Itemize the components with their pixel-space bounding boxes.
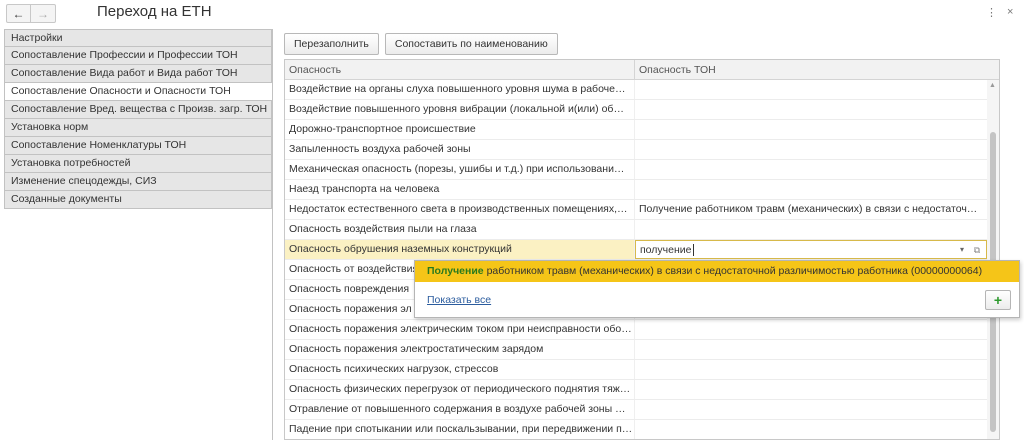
hazard-cell: Опасность психических нагрузок, стрессов bbox=[285, 360, 635, 379]
show-all-link[interactable]: Показать все bbox=[427, 294, 491, 306]
hazard-ton-cell[interactable] bbox=[635, 120, 987, 139]
hazard-ton-cell[interactable] bbox=[635, 360, 987, 379]
hazard-ton-cell[interactable] bbox=[635, 420, 987, 439]
panel-divider bbox=[272, 29, 273, 440]
hazard-ton-input[interactable]: получение ▾ ⧉ bbox=[635, 240, 987, 259]
sidebar-item-created-documents[interactable]: Созданные документы bbox=[4, 191, 272, 209]
hazard-cell: Опасность физических перегрузок от перио… bbox=[285, 380, 635, 399]
table-row[interactable]: Недостаток естественного света в произво… bbox=[285, 200, 999, 220]
hazard-ton-cell[interactable] bbox=[635, 380, 987, 399]
hazard-cell: Опасность обрушения наземных конструкций bbox=[285, 240, 635, 259]
dropdown-arrow-icon[interactable]: ▾ bbox=[956, 243, 968, 257]
table-row[interactable]: Отравление от повышенного содержания в в… bbox=[285, 400, 999, 420]
table-row[interactable]: Опасность воздействия пыли на глаза bbox=[285, 220, 999, 240]
suggestion-rest-text: работником травм (механических) в связи … bbox=[483, 265, 983, 277]
autocomplete-suggestion[interactable]: Получение работником травм (механических… bbox=[415, 261, 1019, 282]
main-panel: Перезаполнить Сопоставить по наименовани… bbox=[272, 29, 1010, 440]
table-header: Опасность Опасность ТОН bbox=[285, 60, 999, 80]
back-arrow-icon[interactable]: ← bbox=[7, 5, 32, 22]
table-row[interactable]: Падение при спотыкании или поскальзывани… bbox=[285, 420, 999, 439]
sidebar-item-settings[interactable]: Настройки bbox=[4, 29, 272, 47]
autocomplete-popup: Получение работником травм (механических… bbox=[414, 260, 1020, 318]
hazard-cell: Механическая опасность (порезы, ушибы и … bbox=[285, 160, 635, 179]
scroll-up-icon[interactable]: ▲ bbox=[989, 82, 996, 89]
match-by-name-button[interactable]: Сопоставить по наименованию bbox=[384, 33, 558, 55]
hazard-cell: Недостаток естественного света в произво… bbox=[285, 200, 635, 219]
hazard-ton-cell[interactable] bbox=[635, 400, 987, 419]
hazard-cell: Воздействие на органы слуха повышенного … bbox=[285, 80, 635, 99]
hazard-ton-cell[interactable] bbox=[635, 100, 987, 119]
sidebar-item-needs-setup[interactable]: Установка потребностей bbox=[4, 155, 272, 173]
sidebar-item-harmful-substance-mapping[interactable]: Сопоставление Вред. вещества с Произв. з… bbox=[4, 101, 272, 119]
sidebar-item-norms-setup[interactable]: Установка норм bbox=[4, 119, 272, 137]
hazard-ton-cell[interactable] bbox=[635, 320, 987, 339]
open-form-icon[interactable]: ⧉ bbox=[971, 243, 983, 257]
hazard-cell: Воздействие повышенного уровня вибрации … bbox=[285, 100, 635, 119]
hazard-cell: Запыленность воздуха рабочей зоны bbox=[285, 140, 635, 159]
hazard-ton-cell[interactable] bbox=[635, 140, 987, 159]
sidebar: Настройки Сопоставление Профессии и Проф… bbox=[4, 29, 272, 209]
sidebar-item-profession-mapping[interactable]: Сопоставление Профессии и Профессии ТОН bbox=[4, 47, 272, 65]
hazard-ton-cell[interactable] bbox=[635, 160, 987, 179]
table-row-selected[interactable]: Опасность обрушения наземных конструкций… bbox=[285, 240, 999, 260]
table-row[interactable]: Запыленность воздуха рабочей зоны bbox=[285, 140, 999, 160]
hazard-ton-cell[interactable] bbox=[635, 220, 987, 239]
hazard-cell: Дорожно-транспортное происшествие bbox=[285, 120, 635, 139]
hazard-cell: Падение при спотыкании или поскальзывани… bbox=[285, 420, 635, 439]
title-bar: ← → Переход на ЕТН ⋮ × bbox=[0, 0, 1024, 27]
hazard-ton-cell[interactable] bbox=[635, 340, 987, 359]
table-row[interactable]: Опасность физических перегрузок от перио… bbox=[285, 380, 999, 400]
more-menu-icon[interactable]: ⋮ bbox=[986, 6, 997, 19]
hazard-cell: Отравление от повышенного содержания в в… bbox=[285, 400, 635, 419]
text-caret bbox=[692, 244, 694, 257]
hazard-mapping-table: Опасность Опасность ТОН Воздействие на о… bbox=[284, 59, 1000, 440]
refill-button[interactable]: Перезаполнить bbox=[284, 33, 379, 55]
hazard-ton-cell[interactable]: Получение работником травм (механических… bbox=[635, 200, 987, 219]
table-row[interactable]: Наезд транспорта на человека bbox=[285, 180, 999, 200]
suggestion-match-text: Получение bbox=[427, 265, 484, 277]
table-row[interactable]: Опасность поражения электрическим током … bbox=[285, 320, 999, 340]
table-row[interactable]: Воздействие повышенного уровня вибрации … bbox=[285, 100, 999, 120]
toolbar: Перезаполнить Сопоставить по наименовани… bbox=[284, 33, 558, 55]
page-title: Переход на ЕТН bbox=[97, 3, 212, 20]
table-row[interactable]: Опасность психических нагрузок, стрессов bbox=[285, 360, 999, 380]
column-header-hazard-ton[interactable]: Опасность ТОН bbox=[635, 60, 985, 79]
sidebar-item-ppe-change[interactable]: Изменение спецодежды, СИЗ bbox=[4, 173, 272, 191]
sidebar-item-work-type-mapping[interactable]: Сопоставление Вида работ и Вида работ ТО… bbox=[4, 65, 272, 83]
hazard-cell: Наезд транспорта на человека bbox=[285, 180, 635, 199]
hazard-cell: Опасность воздействия пыли на глаза bbox=[285, 220, 635, 239]
sidebar-item-nomenclature-mapping[interactable]: Сопоставление Номенклатуры ТОН bbox=[4, 137, 272, 155]
hazard-cell: Опасность поражения электрическим током … bbox=[285, 320, 635, 339]
hazard-ton-cell[interactable] bbox=[635, 80, 987, 99]
table-row[interactable]: Воздействие на органы слуха повышенного … bbox=[285, 80, 999, 100]
sidebar-item-hazard-mapping[interactable]: Сопоставление Опасности и Опасности ТОН bbox=[4, 83, 272, 101]
table-row[interactable]: Дорожно-транспортное происшествие bbox=[285, 120, 999, 140]
hazard-cell: Опасность поражения электростатическим з… bbox=[285, 340, 635, 359]
table-row[interactable]: Опасность поражения электростатическим з… bbox=[285, 340, 999, 360]
close-icon[interactable]: × bbox=[1007, 6, 1013, 18]
table-row[interactable]: Механическая опасность (порезы, ушибы и … bbox=[285, 160, 999, 180]
add-new-icon[interactable]: + bbox=[985, 290, 1011, 310]
column-header-hazard[interactable]: Опасность bbox=[285, 60, 635, 79]
navigation-buttons: ← → bbox=[6, 4, 56, 23]
forward-arrow-icon[interactable]: → bbox=[31, 5, 55, 22]
hazard-ton-cell[interactable] bbox=[635, 180, 987, 199]
hazard-ton-input-value: получение bbox=[640, 244, 694, 257]
